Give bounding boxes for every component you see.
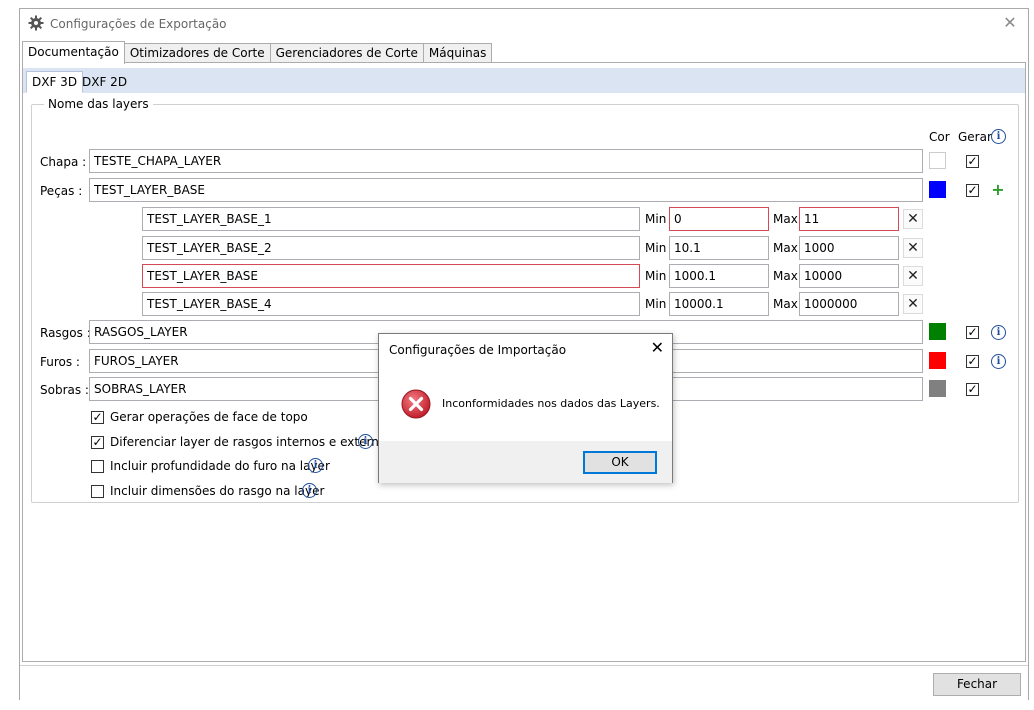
fechar-button[interactable]: Fechar xyxy=(933,673,1021,696)
rasgos-info-icon[interactable]: i xyxy=(991,325,1006,340)
sublayer-name-input[interactable]: TEST_LAYER_BASE_4 xyxy=(142,292,640,316)
subtab-dxf-3d[interactable]: DXF 3D xyxy=(26,71,84,93)
dialog-message: Inconformidades nos dados das Layers. xyxy=(442,397,660,410)
sublayer-min-input[interactable]: 10.1 xyxy=(669,236,769,260)
option-checkbox[interactable] xyxy=(91,436,104,449)
sublayer-min-input[interactable]: 10000.1 xyxy=(669,292,769,316)
sublayer-min-label: Min xyxy=(645,241,667,255)
info-icon[interactable]: i xyxy=(991,129,1006,144)
option-label: Incluir dimensões do rasgo na layer xyxy=(110,484,325,498)
ok-button[interactable]: OK xyxy=(583,451,657,474)
sublayer-max-input[interactable]: 10000 xyxy=(799,264,899,288)
option-label: Incluir profundidade do furo na layer xyxy=(110,459,330,473)
bottom-bar: Fechar xyxy=(20,665,1028,701)
gear-icon xyxy=(28,15,44,31)
dialog-close-button[interactable]: ✕ xyxy=(651,338,664,357)
option-checkbox[interactable] xyxy=(91,411,104,424)
furos-label: Furos : xyxy=(40,355,80,369)
pecas-layer-input[interactable]: TEST_LAYER_BASE xyxy=(89,178,923,202)
add-sublayer-plus-icon[interactable]: + xyxy=(991,182,1005,198)
chapa-layer-input[interactable]: TESTE_CHAPA_LAYER xyxy=(89,149,923,173)
remove-sublayer-button[interactable]: ✕ xyxy=(903,294,923,314)
furos-color-swatch[interactable] xyxy=(929,352,946,369)
main-tabs: Documentação Otimizadores de Corte Geren… xyxy=(22,41,493,64)
rasgos-color-swatch[interactable] xyxy=(929,323,946,340)
column-cor-header: Cor xyxy=(929,130,950,144)
info-icon[interactable]: i xyxy=(358,434,373,449)
sobras-color-swatch[interactable] xyxy=(929,380,946,397)
import-error-dialog: Configurações de Importação ✕ Inconformi… xyxy=(378,333,673,483)
remove-sublayer-button[interactable]: ✕ xyxy=(903,238,923,258)
subtab-dxf-2d[interactable]: DXF 2D xyxy=(76,71,133,93)
furos-gerar-checkbox[interactable] xyxy=(966,355,979,368)
pecas-gerar-checkbox[interactable] xyxy=(966,184,979,197)
pecas-label: Peças : xyxy=(40,184,83,198)
remove-sublayer-button[interactable]: ✕ xyxy=(903,266,923,286)
sublayer-max-label: Max xyxy=(773,297,798,311)
sobras-label: Sobras : xyxy=(40,383,89,397)
option-checkbox[interactable] xyxy=(91,460,104,473)
window-title: Configurações de Exportação xyxy=(50,17,227,31)
chapa-gerar-checkbox[interactable] xyxy=(966,155,979,168)
column-gerar-header: Gerar xyxy=(958,130,992,144)
tab-maquinas[interactable]: Máquinas xyxy=(422,43,493,64)
dialog-footer: OK xyxy=(379,441,672,483)
sobras-gerar-checkbox[interactable] xyxy=(966,383,979,396)
sublayer-name-input[interactable]: TEST_LAYER_BASE xyxy=(142,264,640,288)
remove-sublayer-button[interactable]: ✕ xyxy=(903,209,923,229)
tab-documentacao[interactable]: Documentação xyxy=(22,41,125,64)
sublayer-min-input[interactable]: 1000.1 xyxy=(669,264,769,288)
subtabs-bar: DXF 3D DXF 2D xyxy=(23,68,1025,93)
tab-gerenciadores-de-corte[interactable]: Gerenciadores de Corte xyxy=(269,43,424,64)
dialog-title: Configurações de Importação xyxy=(389,343,567,357)
rasgos-gerar-checkbox[interactable] xyxy=(966,326,979,339)
group-legend: Nome das layers xyxy=(44,97,153,111)
tab-otimizadores-de-corte[interactable]: Otimizadores de Corte xyxy=(123,43,271,64)
option-label: Gerar operações de face de topo xyxy=(110,410,308,424)
error-icon xyxy=(401,389,431,419)
chapa-color-swatch[interactable] xyxy=(929,152,946,169)
window-close-button[interactable]: ✕ xyxy=(1000,13,1020,33)
sublayer-min-label: Min xyxy=(645,269,667,283)
sublayer-max-label: Max xyxy=(773,212,798,226)
info-icon[interactable]: i xyxy=(308,458,323,473)
sublayer-name-input[interactable]: TEST_LAYER_BASE_1 xyxy=(142,207,640,231)
rasgos-label: Rasgos : xyxy=(40,326,91,340)
pecas-color-swatch[interactable] xyxy=(929,181,946,198)
sublayer-name-input[interactable]: TEST_LAYER_BASE_2 xyxy=(142,236,640,260)
sublayer-max-label: Max xyxy=(773,241,798,255)
sublayer-min-label: Min xyxy=(645,212,667,226)
sublayer-max-label: Max xyxy=(773,269,798,283)
sublayer-min-input[interactable]: 0 xyxy=(669,207,769,231)
option-checkbox[interactable] xyxy=(91,485,104,498)
sublayer-min-label: Min xyxy=(645,297,667,311)
sublayer-max-input[interactable]: 1000 xyxy=(799,236,899,260)
furos-info-icon[interactable]: i xyxy=(991,354,1006,369)
chapa-label: Chapa : xyxy=(40,155,87,169)
title-bar: Configurações de Exportação ✕ xyxy=(20,9,1028,39)
sublayer-max-input[interactable]: 1000000 xyxy=(799,292,899,316)
info-icon[interactable]: i xyxy=(302,483,317,498)
option-label: Diferenciar layer de rasgos internos e e… xyxy=(110,435,393,449)
sublayer-max-input[interactable]: 11 xyxy=(799,207,899,231)
